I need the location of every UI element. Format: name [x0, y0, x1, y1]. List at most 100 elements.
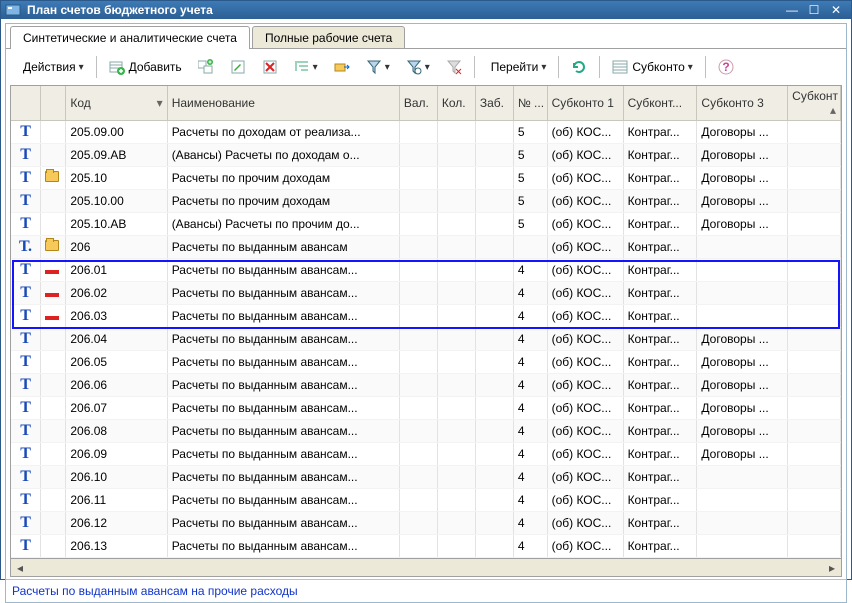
table-row[interactable]: Т205.10.00Расчеты по прочим доходам5(об)…: [11, 190, 841, 213]
refresh-button[interactable]: [564, 55, 594, 79]
kol-cell: [437, 397, 475, 420]
horizontal-scrollbar[interactable]: ◂ ▸: [10, 559, 842, 577]
no-cell: 5: [513, 167, 547, 190]
col-no[interactable]: № ...: [513, 86, 547, 121]
table-row[interactable]: Т205.09.00Расчеты по доходам от реализа.…: [11, 121, 841, 144]
table-row[interactable]: Т205.09.АВ(Авансы) Расчеты по доходам о.…: [11, 144, 841, 167]
sub3-cell: [697, 466, 788, 489]
sub4-cell: [788, 328, 841, 351]
table-row[interactable]: Т206.06Расчеты по выданным авансам...4(о…: [11, 374, 841, 397]
no-cell: 5: [513, 213, 547, 236]
zab-cell: [475, 167, 513, 190]
filter-button[interactable]: ▾: [359, 55, 397, 79]
table-row[interactable]: Т205.10.АВ(Авансы) Расчеты по прочим до.…: [11, 213, 841, 236]
col-sub3[interactable]: Субконто 3: [697, 86, 788, 121]
sub3-cell: [697, 512, 788, 535]
maximize-button[interactable]: ☐: [803, 1, 825, 19]
scroll-left-button[interactable]: ◂: [11, 561, 29, 575]
minus-icon: [45, 270, 59, 274]
scroll-right-button[interactable]: ▸: [823, 561, 841, 575]
goto-button[interactable]: Перейти▾: [480, 55, 554, 79]
table-row[interactable]: Т205.10Расчеты по прочим доходам5(об) КО…: [11, 167, 841, 190]
kol-cell: [437, 282, 475, 305]
no-cell: 4: [513, 489, 547, 512]
kol-cell: [437, 213, 475, 236]
add-button[interactable]: Добавить: [102, 55, 189, 79]
table-row[interactable]: Т.206Расчеты по выданным авансам(об) КОС…: [11, 236, 841, 259]
icon-cell: [41, 443, 66, 466]
caret-icon: ▾: [688, 62, 693, 73]
table-row[interactable]: Т206.11Расчеты по выданным авансам...4(о…: [11, 489, 841, 512]
code-cell: 205.10: [66, 167, 167, 190]
type-cell: Т: [11, 190, 41, 213]
icon-cell: [41, 374, 66, 397]
col-code[interactable]: Код ▾: [66, 86, 167, 121]
col-sub4[interactable]: Субконт ▴: [788, 86, 841, 121]
sub2-cell: Контраг...: [623, 236, 697, 259]
col-kol[interactable]: Кол.: [437, 86, 475, 121]
type-cell: Т.: [11, 236, 41, 259]
table-row[interactable]: Т206.10Расчеты по выданным авансам...4(о…: [11, 466, 841, 489]
no-cell: 4: [513, 535, 547, 558]
actions-button[interactable]: Действия▾: [12, 55, 91, 79]
table-row[interactable]: Т206.09Расчеты по выданным авансам...4(о…: [11, 443, 841, 466]
minus-icon: [45, 293, 59, 297]
delete-icon: [262, 59, 278, 75]
code-cell: 206.09: [66, 443, 167, 466]
icon-cell: [41, 167, 66, 190]
col-zab[interactable]: Заб.: [475, 86, 513, 121]
add-sub-button[interactable]: [191, 55, 221, 79]
accounts-grid[interactable]: Код ▾ Наименование Вал. Кол. Заб. № ... …: [10, 85, 842, 559]
code-cell: 206.13: [66, 535, 167, 558]
folder-icon: [45, 240, 59, 251]
name-cell: Расчеты по выданным авансам...: [167, 420, 399, 443]
edit-button[interactable]: [223, 55, 253, 79]
tab-full[interactable]: Полные рабочие счета: [252, 26, 405, 49]
code-cell: 206.10: [66, 466, 167, 489]
tab-synthetic[interactable]: Синтетические и аналитические счета: [10, 26, 250, 49]
name-cell: Расчеты по выданным авансам...: [167, 489, 399, 512]
help-button[interactable]: ?: [711, 55, 741, 79]
val-cell: [399, 374, 437, 397]
sub4-cell: [788, 213, 841, 236]
sub3-cell: Договоры ...: [697, 328, 788, 351]
table-row[interactable]: Т206.01Расчеты по выданным авансам...4(о…: [11, 259, 841, 282]
close-button[interactable]: ✕: [825, 1, 847, 19]
table-row[interactable]: Т206.08Расчеты по выданным авансам...4(о…: [11, 420, 841, 443]
table-row[interactable]: Т206.03Расчеты по выданным авансам...4(о…: [11, 305, 841, 328]
delete-button[interactable]: [255, 55, 285, 79]
table-row[interactable]: Т206.05Расчеты по выданным авансам...4(о…: [11, 351, 841, 374]
table-row[interactable]: Т206.02Расчеты по выданным авансам...4(о…: [11, 282, 841, 305]
minimize-button[interactable]: —: [781, 1, 803, 19]
code-cell: 206.08: [66, 420, 167, 443]
kol-cell: [437, 535, 475, 558]
move-button[interactable]: [327, 55, 357, 79]
type-cell: Т: [11, 167, 41, 190]
filter-clear-button[interactable]: [439, 55, 469, 79]
subkonto-button[interactable]: Субконто▾: [605, 55, 699, 79]
col-type[interactable]: [11, 86, 41, 121]
table-row[interactable]: Т206.07Расчеты по выданным авансам...4(о…: [11, 397, 841, 420]
sub3-cell: Договоры ...: [697, 167, 788, 190]
type-cell: Т: [11, 489, 41, 512]
add-row-icon: [109, 59, 125, 75]
col-name[interactable]: Наименование: [167, 86, 399, 121]
table-row[interactable]: Т206.04Расчеты по выданным авансам...4(о…: [11, 328, 841, 351]
sub2-cell: Контраг...: [623, 213, 697, 236]
icon-cell: [41, 282, 66, 305]
col-icon[interactable]: [41, 86, 66, 121]
code-cell: 205.10.00: [66, 190, 167, 213]
val-cell: [399, 213, 437, 236]
col-sub1[interactable]: Субконто 1: [547, 86, 623, 121]
table-row[interactable]: Т206.13Расчеты по выданным авансам...4(о…: [11, 535, 841, 558]
filter2-button[interactable]: ▾: [399, 55, 437, 79]
sub4-cell: [788, 121, 841, 144]
kol-cell: [437, 466, 475, 489]
hierarchy-button[interactable]: ▾: [287, 55, 325, 79]
funnel-icon: [366, 59, 382, 75]
table-row[interactable]: Т206.12Расчеты по выданным авансам...4(о…: [11, 512, 841, 535]
col-sub2[interactable]: Субконт...: [623, 86, 697, 121]
name-cell: (Авансы) Расчеты по прочим до...: [167, 213, 399, 236]
zab-cell: [475, 259, 513, 282]
col-val[interactable]: Вал.: [399, 86, 437, 121]
